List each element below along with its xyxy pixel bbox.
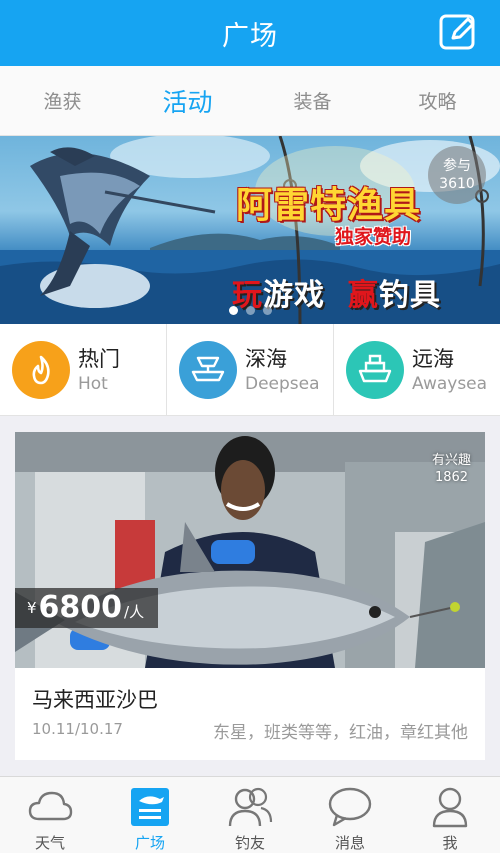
activity-date: 10.11/10.17: [32, 720, 123, 738]
tabbar-label: 钓友: [234, 834, 265, 852]
category-label: 热门: [78, 346, 120, 371]
tab-guide[interactable]: 攻略: [375, 66, 500, 135]
interest-label: 有兴趣: [431, 453, 471, 468]
tabbar-me[interactable]: 我: [400, 777, 500, 853]
interest-badge: 有兴趣 1862: [432, 452, 471, 486]
activity-card[interactable]: 有兴趣 1862 ¥ 6800 /人 马来西亚沙巴 10.11/10.17 东星…: [15, 432, 485, 760]
participants-count: 3610: [439, 176, 475, 192]
ship-icon: [346, 340, 404, 399]
tabbar-label: 天气: [34, 834, 65, 852]
category-awaysea[interactable]: 远海 Awaysea: [334, 324, 500, 415]
tab-activity[interactable]: 活动: [125, 66, 250, 135]
page-dot[interactable]: [228, 306, 238, 315]
top-nav-bar: 广场: [0, 0, 500, 66]
tabbar-label: 我: [442, 834, 458, 852]
category-deepsea[interactable]: 深海 Deepsea: [167, 324, 334, 415]
category-label: 深海: [245, 346, 287, 371]
boat-icon: [179, 340, 237, 399]
activity-tags: 东星，班类等等，红油，章红其他: [213, 723, 468, 743]
category-sublabel: Deepsea: [245, 373, 320, 394]
tabbar-messages[interactable]: 消息: [300, 777, 400, 853]
category-sublabel: Hot: [78, 373, 108, 394]
plaza-icon: [127, 785, 173, 828]
tab-equipment[interactable]: 装备: [250, 66, 375, 135]
price-tag: ¥ 6800 /人: [15, 588, 159, 628]
compose-icon[interactable]: [438, 12, 478, 52]
bottom-tab-bar: 天气 广场 钓友 消息 我: [0, 776, 500, 853]
category-label: 远海: [412, 346, 454, 371]
participants-label: 参与: [443, 158, 471, 174]
price-value: 6800: [38, 590, 123, 625]
person-icon: [427, 785, 473, 828]
activity-photo: 有兴趣 1862 ¥ 6800 /人: [15, 432, 485, 668]
flame-icon: [12, 340, 70, 399]
price-currency: ¥: [27, 599, 37, 617]
message-icon: [327, 785, 373, 828]
banner-subtitle: 独家赞助: [335, 226, 412, 248]
activity-photo-art: [15, 432, 485, 668]
page-dot[interactable]: [245, 306, 255, 315]
tabbar-label: 广场: [134, 834, 165, 852]
category-tabs: 渔获 活动 装备 攻略: [0, 66, 500, 136]
activity-title: 马来西亚沙巴: [32, 688, 158, 712]
category-hot[interactable]: 热门 Hot: [0, 324, 167, 415]
tabbar-label: 消息: [334, 834, 365, 852]
cloud-icon: [27, 785, 73, 828]
tabbar-weather[interactable]: 天气: [0, 777, 100, 853]
page-dot[interactable]: [262, 306, 272, 315]
price-unit: /人: [124, 603, 145, 621]
category-sublabel: Awaysea: [412, 373, 488, 394]
page-title: 广场: [222, 20, 278, 52]
interest-count: 1862: [434, 470, 469, 485]
participants-badge: 参与 3610: [428, 146, 486, 204]
tabbar-plaza[interactable]: 广场: [100, 777, 200, 853]
banner-page-dots: [0, 306, 500, 315]
friends-icon: [227, 785, 273, 828]
tabbar-friends[interactable]: 钓友: [200, 777, 300, 853]
activity-categories: 热门 Hot 深海 Deepsea 远海 Awaysea: [0, 324, 500, 416]
banner-title: 阿雷特渔具: [236, 185, 422, 226]
tab-catch[interactable]: 渔获: [0, 66, 125, 135]
